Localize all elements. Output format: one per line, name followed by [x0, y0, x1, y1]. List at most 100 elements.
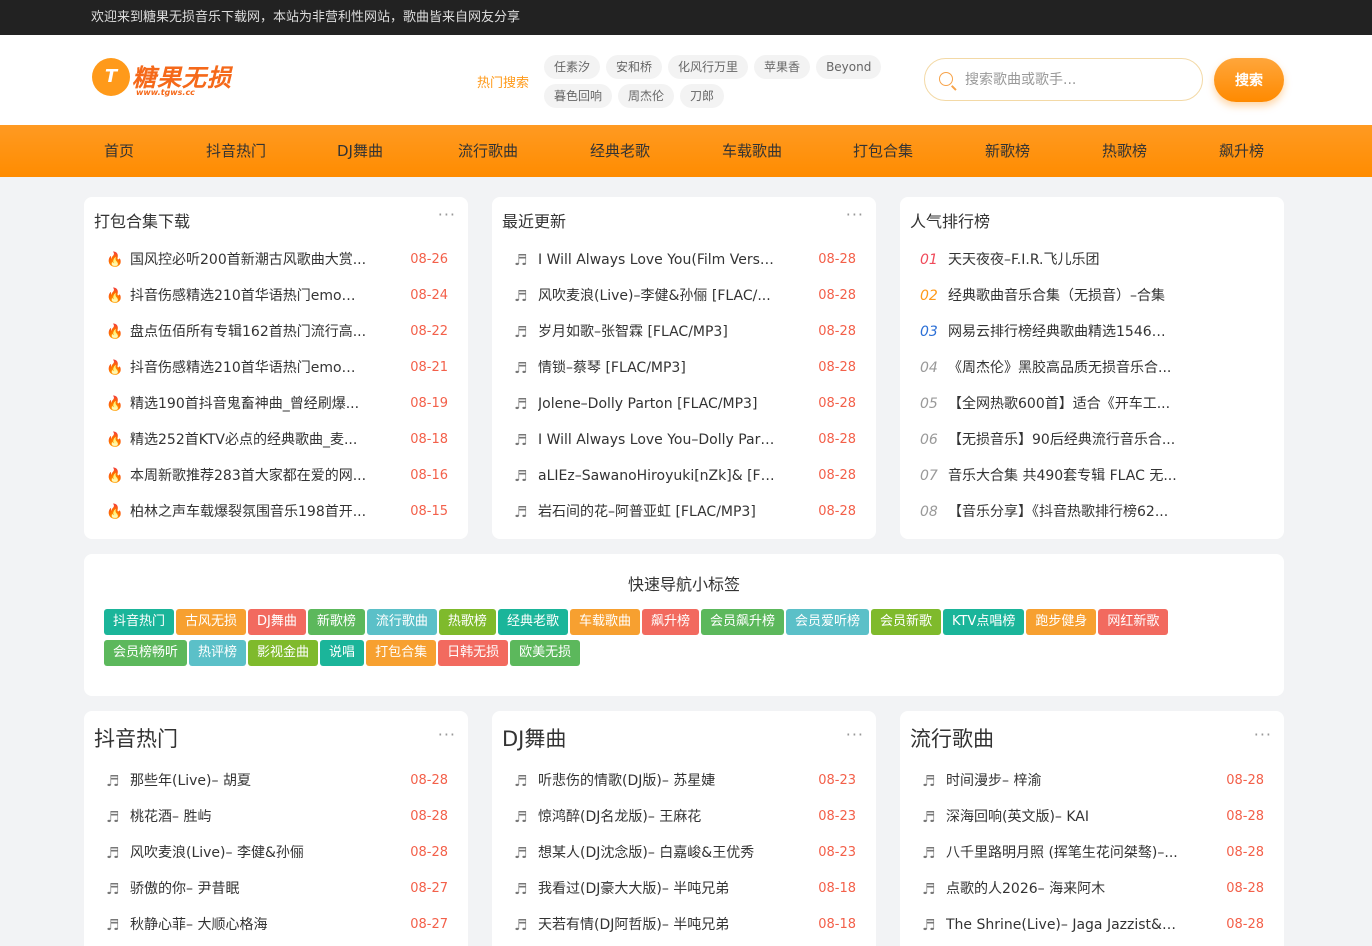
hot-search-tag[interactable]: 周杰伦 — [618, 84, 675, 108]
list-item[interactable]: ♬ I Will Always Love You–Dolly Part... 08-… — [492, 422, 876, 458]
ranking-item[interactable]: 04 《周杰伦》黑胶高品质无损音乐合... — [900, 350, 1284, 386]
item-title[interactable]: 听悲伤的情歌(DJ版)– 苏星婕 — [538, 763, 770, 799]
item-title[interactable]: I Will Always Love You–Dolly Part... — [538, 422, 776, 458]
list-item[interactable]: ♬ 八千里路明月照 (挥笔生花问桀骜)–... 08-28 — [900, 835, 1284, 871]
list-item[interactable]: ♬ 岁月如歌–张智霖 [FLAC/MP3] 08-28 — [492, 314, 876, 350]
quick-nav-tag[interactable]: 热评榜 — [189, 640, 247, 666]
list-item[interactable]: ♬ 情锁–蔡琴 [FLAC/MP3] 08-28 — [492, 350, 876, 386]
quick-nav-tag[interactable]: KTV点唱榜 — [943, 609, 1025, 635]
quick-nav-tag[interactable]: 流行歌曲 — [366, 609, 437, 635]
list-item[interactable]: ♬ 秋静心菲– 大顺心格海 08-27 — [84, 907, 468, 943]
list-item[interactable]: 🔥 盘点伍佰所有专辑162首热门流行高... 08-22 — [84, 314, 468, 350]
list-item[interactable]: 🔥 国风控必听200首新潮古风歌曲大赏... 08-26 — [84, 242, 468, 278]
item-title[interactable]: 国风控必听200首新潮古风歌曲大赏... — [130, 242, 368, 278]
quick-nav-tag[interactable]: 影视金曲 — [248, 640, 319, 666]
list-item[interactable]: ♬ 听悲伤的情歌(DJ版)– 苏星婕 08-23 — [492, 763, 876, 799]
list-item[interactable]: ♬ 惊鸿醉(DJ名龙版)– 王麻花 08-23 — [492, 799, 876, 835]
list-item[interactable]: ♬ 那些年(Live)– 胡夏 08-28 — [84, 763, 468, 799]
quick-nav-tag[interactable]: 打包合集 — [366, 640, 437, 666]
list-item[interactable]: ♬ 风吹麦浪(Live)–李健&孙俪 [FLAC/... 08-28 — [492, 278, 876, 314]
nav-item-pop[interactable]: 流行歌曲 — [458, 125, 518, 177]
item-title[interactable]: 骄傲的你– 尹昔眠 — [130, 871, 362, 907]
ranking-item[interactable]: 06 【无损音乐】90后经典流行音乐合... — [900, 422, 1284, 458]
list-item[interactable]: 🔥 抖音伤感精选210首华语热门emo单... 08-21 — [84, 350, 468, 386]
item-title[interactable]: 情锁–蔡琴 [FLAC/MP3] — [538, 350, 776, 386]
item-title[interactable]: 【音乐分享】《抖音热歌排行榜62... — [948, 494, 1178, 530]
item-title[interactable]: 精选252首KTV必点的经典歌曲_麦... — [130, 422, 368, 458]
item-title[interactable]: 岩石间的花–阿普亚虹 [FLAC/MP3] — [538, 494, 776, 530]
item-title[interactable]: The Shrine(Live)– Jaga Jazzist&T... — [946, 907, 1178, 943]
item-title[interactable]: aLIEz–SawanoHiroyuki[nZk]& [FL... — [538, 458, 776, 494]
list-item[interactable]: ♬ 岩石间的花–阿普亚虹 [FLAC/MP3] 08-28 — [492, 494, 876, 530]
item-title[interactable]: 抖音伤感精选210首华语热门emo单... — [130, 278, 368, 314]
nav-item-home[interactable]: 首页 — [104, 125, 134, 177]
item-title[interactable]: 岁月如歌–张智霖 [FLAC/MP3] — [538, 314, 776, 350]
quick-nav-tag[interactable]: 车载歌曲 — [569, 609, 640, 635]
quick-nav-tag[interactable]: 飙升榜 — [641, 609, 699, 635]
item-title[interactable]: 本周新歌推荐283首大家都在爱的网... — [130, 458, 368, 494]
list-item[interactable]: ♬ Jolene–Dolly Parton [FLAC/MP3] 08-28 — [492, 386, 876, 422]
list-item[interactable]: ♬ 时间漫步– 梓渝 08-28 — [900, 763, 1284, 799]
nav-item-classic[interactable]: 经典老歌 — [590, 125, 650, 177]
more-icon[interactable]: ··· — [1254, 725, 1272, 744]
item-title[interactable]: 抖音伤感精选210首华语热门emo单... — [130, 350, 368, 386]
hot-search-tag[interactable]: 苹果香 — [754, 55, 811, 79]
list-item[interactable]: ♬ 桃花酒– 胜屿 08-28 — [84, 799, 468, 835]
item-title[interactable]: I Will Always Love You(Film Versi... — [538, 242, 776, 278]
quick-nav-tag[interactable]: 欧美无损 — [510, 640, 581, 666]
quick-nav-tag[interactable]: 会员爱听榜 — [786, 609, 870, 635]
item-title[interactable]: 音乐大合集 共490套专辑 FLAC 无... — [948, 458, 1178, 494]
item-title[interactable]: 经典歌曲音乐合集（无损音）–合集 — [948, 278, 1178, 314]
quick-nav-tag[interactable]: 跑步健身 — [1026, 609, 1097, 635]
hot-search-tag[interactable]: 暮色回响 — [544, 84, 613, 108]
nav-item-car[interactable]: 车载歌曲 — [722, 125, 782, 177]
list-item[interactable]: 🔥 精选252首KTV必点的经典歌曲_麦... 08-18 — [84, 422, 468, 458]
list-item[interactable]: 🔥 精选190首抖音鬼畜神曲_曾经刷爆... 08-19 — [84, 386, 468, 422]
quick-nav-tag[interactable]: 会员榜畅听 — [104, 640, 188, 666]
list-item[interactable]: ♬ 我看过(DJ豪大大版)– 半吨兄弟 08-18 — [492, 871, 876, 907]
item-title[interactable]: 八千里路明月照 (挥笔生花问桀骜)–... — [946, 835, 1178, 871]
hot-search-tag[interactable]: 安和桥 — [606, 55, 663, 79]
list-item[interactable]: ♬ The Shrine(Live)– Jaga Jazzist&T... 08-2… — [900, 907, 1284, 943]
list-item[interactable]: ♬ 骄傲的你– 尹昔眠 08-27 — [84, 871, 468, 907]
quick-nav-tag[interactable]: 经典老歌 — [497, 609, 568, 635]
quick-nav-tag[interactable]: 新歌榜 — [307, 609, 365, 635]
hot-search-tag[interactable]: Beyond — [816, 55, 882, 79]
site-logo[interactable]: T 糖果无损 www.tgws.cc — [92, 52, 252, 102]
quick-nav-tag[interactable]: 会员新歌 — [871, 609, 942, 635]
item-title[interactable]: 【无损音乐】90后经典流行音乐合... — [948, 422, 1178, 458]
quick-nav-tag[interactable]: 热歌榜 — [438, 609, 496, 635]
list-item[interactable]: ♬ aLIEz–SawanoHiroyuki[nZk]& [FL... 08-28 — [492, 458, 876, 494]
item-title[interactable]: 秋静心菲– 大顺心格海 — [130, 907, 362, 943]
list-item[interactable]: 🔥 柏林之声车载爆裂氛围音乐198首开... 08-15 — [84, 494, 468, 530]
quick-nav-tag[interactable]: 古风无损 — [176, 609, 247, 635]
ranking-item[interactable]: 03 网易云排行榜经典歌曲精选1546首... — [900, 314, 1284, 350]
list-item[interactable]: 🔥 抖音伤感精选210首华语热门emo单... 08-24 — [84, 278, 468, 314]
nav-item-douyin[interactable]: 抖音热门 — [206, 125, 266, 177]
more-icon[interactable]: ··· — [438, 205, 456, 224]
item-title[interactable]: 风吹麦浪(Live)– 李健&孙俪 — [130, 835, 362, 871]
item-title[interactable]: 天天夜夜–F.I.R.飞儿乐团 — [948, 242, 1178, 278]
item-title[interactable]: 柏林之声车载爆裂氛围音乐198首开... — [130, 494, 368, 530]
quick-nav-tag[interactable]: 会员飙升榜 — [700, 609, 784, 635]
list-item[interactable]: 🔥 本周新歌推荐283首大家都在爱的网... 08-16 — [84, 458, 468, 494]
item-title[interactable]: 精选190首抖音鬼畜神曲_曾经刷爆... — [130, 386, 368, 422]
item-title[interactable]: 桃花酒– 胜屿 — [130, 799, 362, 835]
list-item[interactable]: ♬ 天若有情(DJ阿哲版)– 半吨兄弟 08-18 — [492, 907, 876, 943]
ranking-item[interactable]: 05 【全网热歌600首】适合《开车工... — [900, 386, 1284, 422]
item-title[interactable]: 惊鸿醉(DJ名龙版)– 王麻花 — [538, 799, 770, 835]
nav-item-rising-chart[interactable]: 飙升榜 — [1219, 125, 1264, 177]
nav-item-hot-chart[interactable]: 热歌榜 — [1102, 125, 1147, 177]
list-item[interactable]: ♬ 点歌的人2026– 海来阿木 08-28 — [900, 871, 1284, 907]
more-icon[interactable]: ··· — [846, 205, 864, 224]
list-item[interactable]: ♬ 深海回响(英文版)– KAI 08-28 — [900, 799, 1284, 835]
item-title[interactable]: 点歌的人2026– 海来阿木 — [946, 871, 1178, 907]
quick-nav-tag[interactable]: DJ舞曲 — [248, 609, 306, 635]
nav-item-new-chart[interactable]: 新歌榜 — [985, 125, 1030, 177]
more-icon[interactable]: ··· — [438, 725, 456, 744]
item-title[interactable]: 时间漫步– 梓渝 — [946, 763, 1178, 799]
item-title[interactable]: 网易云排行榜经典歌曲精选1546首... — [948, 314, 1178, 350]
ranking-item[interactable]: 01 天天夜夜–F.I.R.飞儿乐团 — [900, 242, 1284, 278]
item-title[interactable]: 《周杰伦》黑胶高品质无损音乐合... — [948, 350, 1178, 386]
item-title[interactable]: 那些年(Live)– 胡夏 — [130, 763, 362, 799]
